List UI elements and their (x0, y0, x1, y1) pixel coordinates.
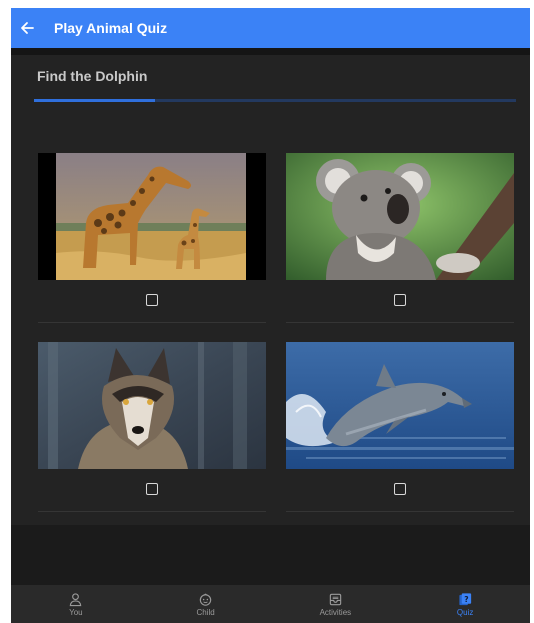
wolf-image[interactable] (38, 342, 266, 469)
quiz-progress-fill (34, 99, 155, 102)
nav-item-activities[interactable]: Activities (271, 585, 401, 623)
quiz-icon: ? (459, 592, 471, 605)
nav-label-child: Child (196, 607, 215, 617)
quiz-card: Find the Dolphin (11, 55, 530, 525)
answer-option-giraffe[interactable] (38, 153, 266, 323)
nav-item-child[interactable]: Child (141, 585, 271, 623)
quiz-prompt: Find the Dolphin (37, 68, 148, 84)
divider (38, 322, 266, 323)
app-frame: Play Animal Quiz Find the Dolphin You Ch… (11, 8, 530, 623)
answer-option-koala[interactable] (286, 153, 514, 323)
answer-checkbox[interactable] (146, 483, 158, 495)
divider (38, 511, 266, 512)
koala-image[interactable] (286, 153, 514, 280)
back-button[interactable] (13, 8, 41, 48)
app-bar: Play Animal Quiz (11, 8, 530, 48)
divider (286, 322, 514, 323)
answer-option-wolf[interactable] (38, 342, 266, 512)
nav-label-quiz: Quiz (456, 607, 474, 617)
quiz-progress-bar (34, 99, 516, 102)
answer-checkbox[interactable] (394, 294, 406, 306)
empty-content-area (11, 525, 530, 585)
header-band (11, 48, 530, 55)
answer-checkbox[interactable] (146, 294, 158, 306)
bottom-navigation: You Child Activities ? Quiz (11, 585, 530, 623)
person-icon (70, 592, 82, 606)
inbox-icon (329, 593, 342, 605)
nav-item-quiz[interactable]: ? Quiz (400, 585, 530, 623)
answer-option-dolphin[interactable] (286, 342, 514, 512)
svg-text:?: ? (464, 594, 468, 603)
child-face-icon (199, 593, 212, 606)
page-title: Play Animal Quiz (54, 20, 168, 36)
nav-label-activities: Activities (319, 607, 352, 617)
answer-checkbox[interactable] (394, 483, 406, 495)
divider (286, 511, 514, 512)
nav-label-you: You (69, 607, 83, 617)
arrow-left-icon (21, 22, 34, 34)
dolphin-image[interactable] (286, 342, 514, 469)
giraffe-image[interactable] (38, 153, 266, 280)
nav-item-you[interactable]: You (11, 585, 141, 623)
